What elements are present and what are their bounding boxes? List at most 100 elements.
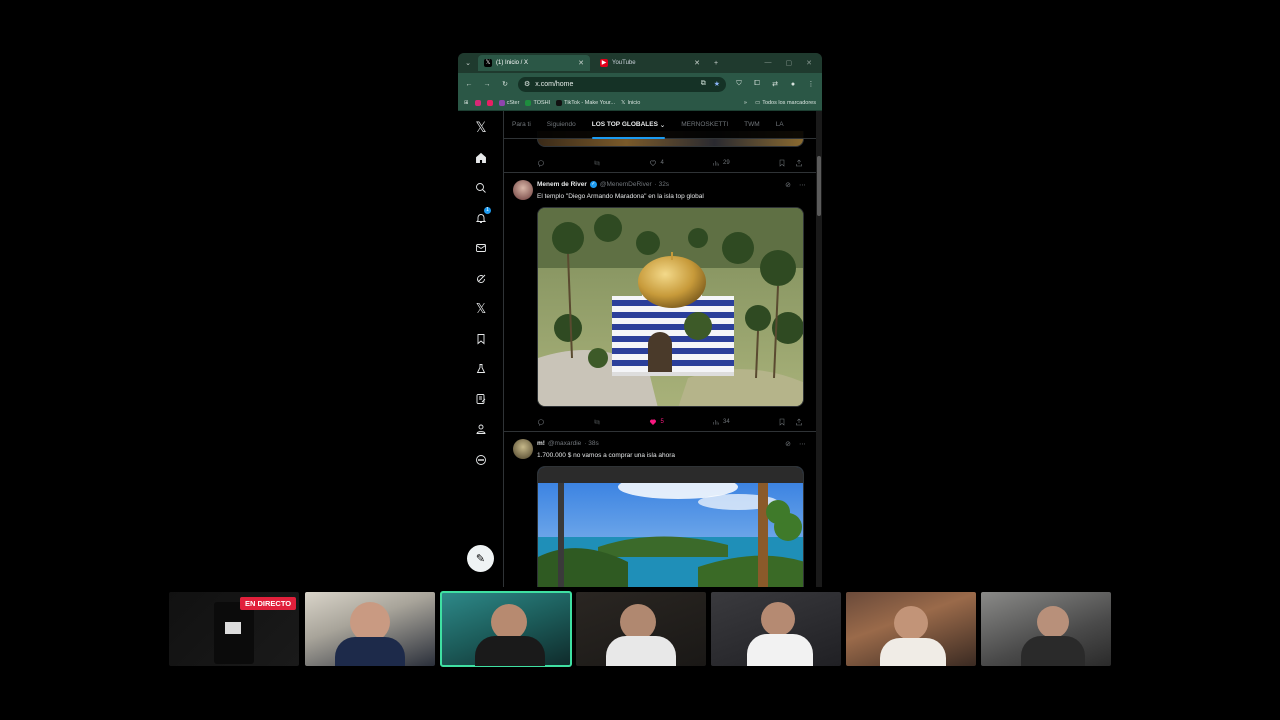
streamer-face — [761, 602, 795, 636]
like-button[interactable]: 4 — [649, 159, 664, 167]
share-button[interactable] — [795, 418, 803, 426]
messages-icon[interactable] — [473, 240, 489, 256]
bookmark-inicio[interactable]: 𝕏 Inicio — [621, 100, 640, 106]
camera-feed-5[interactable] — [711, 592, 841, 666]
forward-icon[interactable]: → — [482, 81, 492, 88]
grok-icon[interactable] — [473, 271, 489, 287]
tab-mernosketti[interactable]: MERNOSKETTI — [673, 111, 736, 139]
monitor-icon — [225, 622, 241, 634]
extensions-icon[interactable]: ⧠ — [752, 80, 762, 88]
author-name[interactable]: Menem de River — [537, 181, 587, 188]
grok-icon[interactable]: ⊘ — [785, 440, 791, 448]
author-handle[interactable]: @maxardie — [548, 440, 581, 447]
post-menu: ⊘ ⋯ — [785, 440, 806, 448]
post-image-island-view[interactable] — [537, 466, 804, 587]
heart-filled-icon — [650, 419, 657, 426]
tab-search-icon[interactable]: ⌄ — [462, 57, 474, 69]
page-scrollbar[interactable] — [816, 111, 822, 587]
address-bar[interactable]: ⚙ x.com/home ⧉ ★ — [518, 76, 726, 92]
bookmarks-icon[interactable] — [473, 331, 489, 347]
views-button[interactable]: 29 — [712, 159, 730, 167]
sheets-icon — [525, 99, 532, 106]
more-icon[interactable] — [473, 452, 489, 468]
grok-icon[interactable]: ⊘ — [785, 181, 791, 189]
reply-button[interactable] — [537, 418, 545, 426]
site-info-icon[interactable]: ⚙ — [524, 80, 530, 88]
maximize-icon[interactable]: ▢ — [786, 59, 793, 67]
bookmark-tiktok[interactable]: TikTok - Make Your... — [556, 99, 615, 106]
app-icon — [486, 99, 493, 106]
share-button[interactable] — [795, 159, 803, 167]
tab-la[interactable]: LA — [768, 111, 792, 139]
bookmarks-overflow-button[interactable]: » — [744, 100, 747, 106]
bookmark-icon — [779, 418, 785, 426]
premium-x-icon[interactable]: 𝕏 — [473, 301, 489, 317]
bookmark-cster[interactable]: cSter — [498, 99, 519, 106]
like-button[interactable]: 5 — [649, 418, 664, 426]
all-bookmarks-button[interactable]: ▭ Todos los marcadores — [755, 100, 816, 106]
author-handle[interactable]: @MenemDeRiver — [600, 181, 652, 188]
repost-button[interactable] — [593, 418, 601, 426]
tiktok-icon — [556, 99, 563, 106]
avatar[interactable] — [513, 180, 533, 200]
minimize-icon[interactable]: — — [765, 59, 772, 67]
bookmark-button[interactable] — [778, 159, 786, 167]
x-logo-icon: 𝕏 — [484, 59, 492, 67]
notifications-icon[interactable]: 1 — [473, 207, 491, 226]
home-icon[interactable] — [473, 150, 489, 166]
streamer-face — [350, 602, 390, 642]
tab-x-home[interactable]: 𝕏 (1) Inicio / X ✕ — [478, 55, 590, 71]
bookmark-app[interactable] — [486, 99, 493, 106]
close-icon[interactable]: ✕ — [578, 59, 584, 67]
new-tab-button[interactable]: + — [710, 57, 722, 69]
views-button[interactable]: 34 — [712, 418, 730, 426]
menu-kebab-icon[interactable]: ⋮ — [806, 80, 816, 88]
tab-para-ti[interactable]: Para ti — [504, 111, 539, 139]
camera-feed-6[interactable] — [846, 592, 976, 666]
post-divider — [504, 172, 816, 173]
camera-feed-2[interactable] — [305, 592, 435, 666]
apps-grid-icon[interactable]: ⊞ — [464, 100, 469, 106]
profile-icon[interactable] — [473, 421, 489, 437]
star-icon[interactable]: ★ — [714, 80, 720, 88]
avatar[interactable] — [513, 439, 533, 459]
cast-icon[interactable]: ⇄ — [770, 80, 780, 88]
profile-avatar-icon[interactable]: ● — [788, 81, 798, 88]
share-icon — [796, 159, 802, 167]
scrollbar-thumb[interactable] — [817, 156, 821, 216]
extension-shield-icon[interactable]: ⛉ — [734, 80, 744, 88]
more-options-icon[interactable]: ⋯ — [799, 181, 806, 189]
repost-button[interactable] — [593, 159, 601, 167]
reply-button[interactable] — [537, 159, 545, 167]
articles-icon[interactable] — [473, 391, 489, 407]
reload-icon[interactable]: ↻ — [500, 80, 510, 88]
camera-feed-4[interactable] — [576, 592, 706, 666]
bookmark-toshi[interactable]: TOSHI — [525, 99, 550, 106]
bookmark-button[interactable] — [778, 418, 786, 426]
bookmark-instagram[interactable] — [474, 99, 481, 106]
x-logo-icon[interactable]: 𝕏 — [473, 119, 489, 135]
post-time[interactable]: · 32s — [655, 181, 669, 188]
tab-title: YouTube — [612, 60, 636, 66]
share-icon — [796, 418, 802, 426]
compose-post-button[interactable]: ✎ — [467, 545, 494, 572]
close-icon[interactable]: ✕ — [694, 59, 700, 67]
more-options-icon[interactable]: ⋯ — [799, 440, 806, 448]
post-header: Menem de River ✓ @MenemDeRiver · 32s — [537, 181, 669, 188]
tab-los-top-globales[interactable]: LOS TOP GLOBALES ⌄ — [584, 111, 673, 139]
author-name[interactable]: m! — [537, 440, 545, 447]
install-app-icon[interactable]: ⧉ — [701, 80, 706, 88]
back-icon[interactable]: ← — [464, 81, 474, 88]
camera-feed-3[interactable] — [440, 591, 572, 667]
jobs-icon[interactable] — [473, 361, 489, 377]
search-icon[interactable] — [473, 180, 489, 196]
post-image-temple[interactable] — [537, 207, 804, 407]
tab-twm[interactable]: TWM — [736, 111, 768, 139]
close-window-icon[interactable]: ✕ — [806, 59, 812, 67]
camera-feed-7[interactable] — [981, 592, 1111, 666]
tab-youtube[interactable]: ▶ YouTube ✕ — [594, 55, 706, 71]
views-icon — [713, 420, 719, 425]
streamer-face — [620, 604, 656, 640]
tab-siguiendo[interactable]: Siguiendo — [539, 111, 584, 139]
post-time[interactable]: · 38s — [584, 440, 598, 447]
